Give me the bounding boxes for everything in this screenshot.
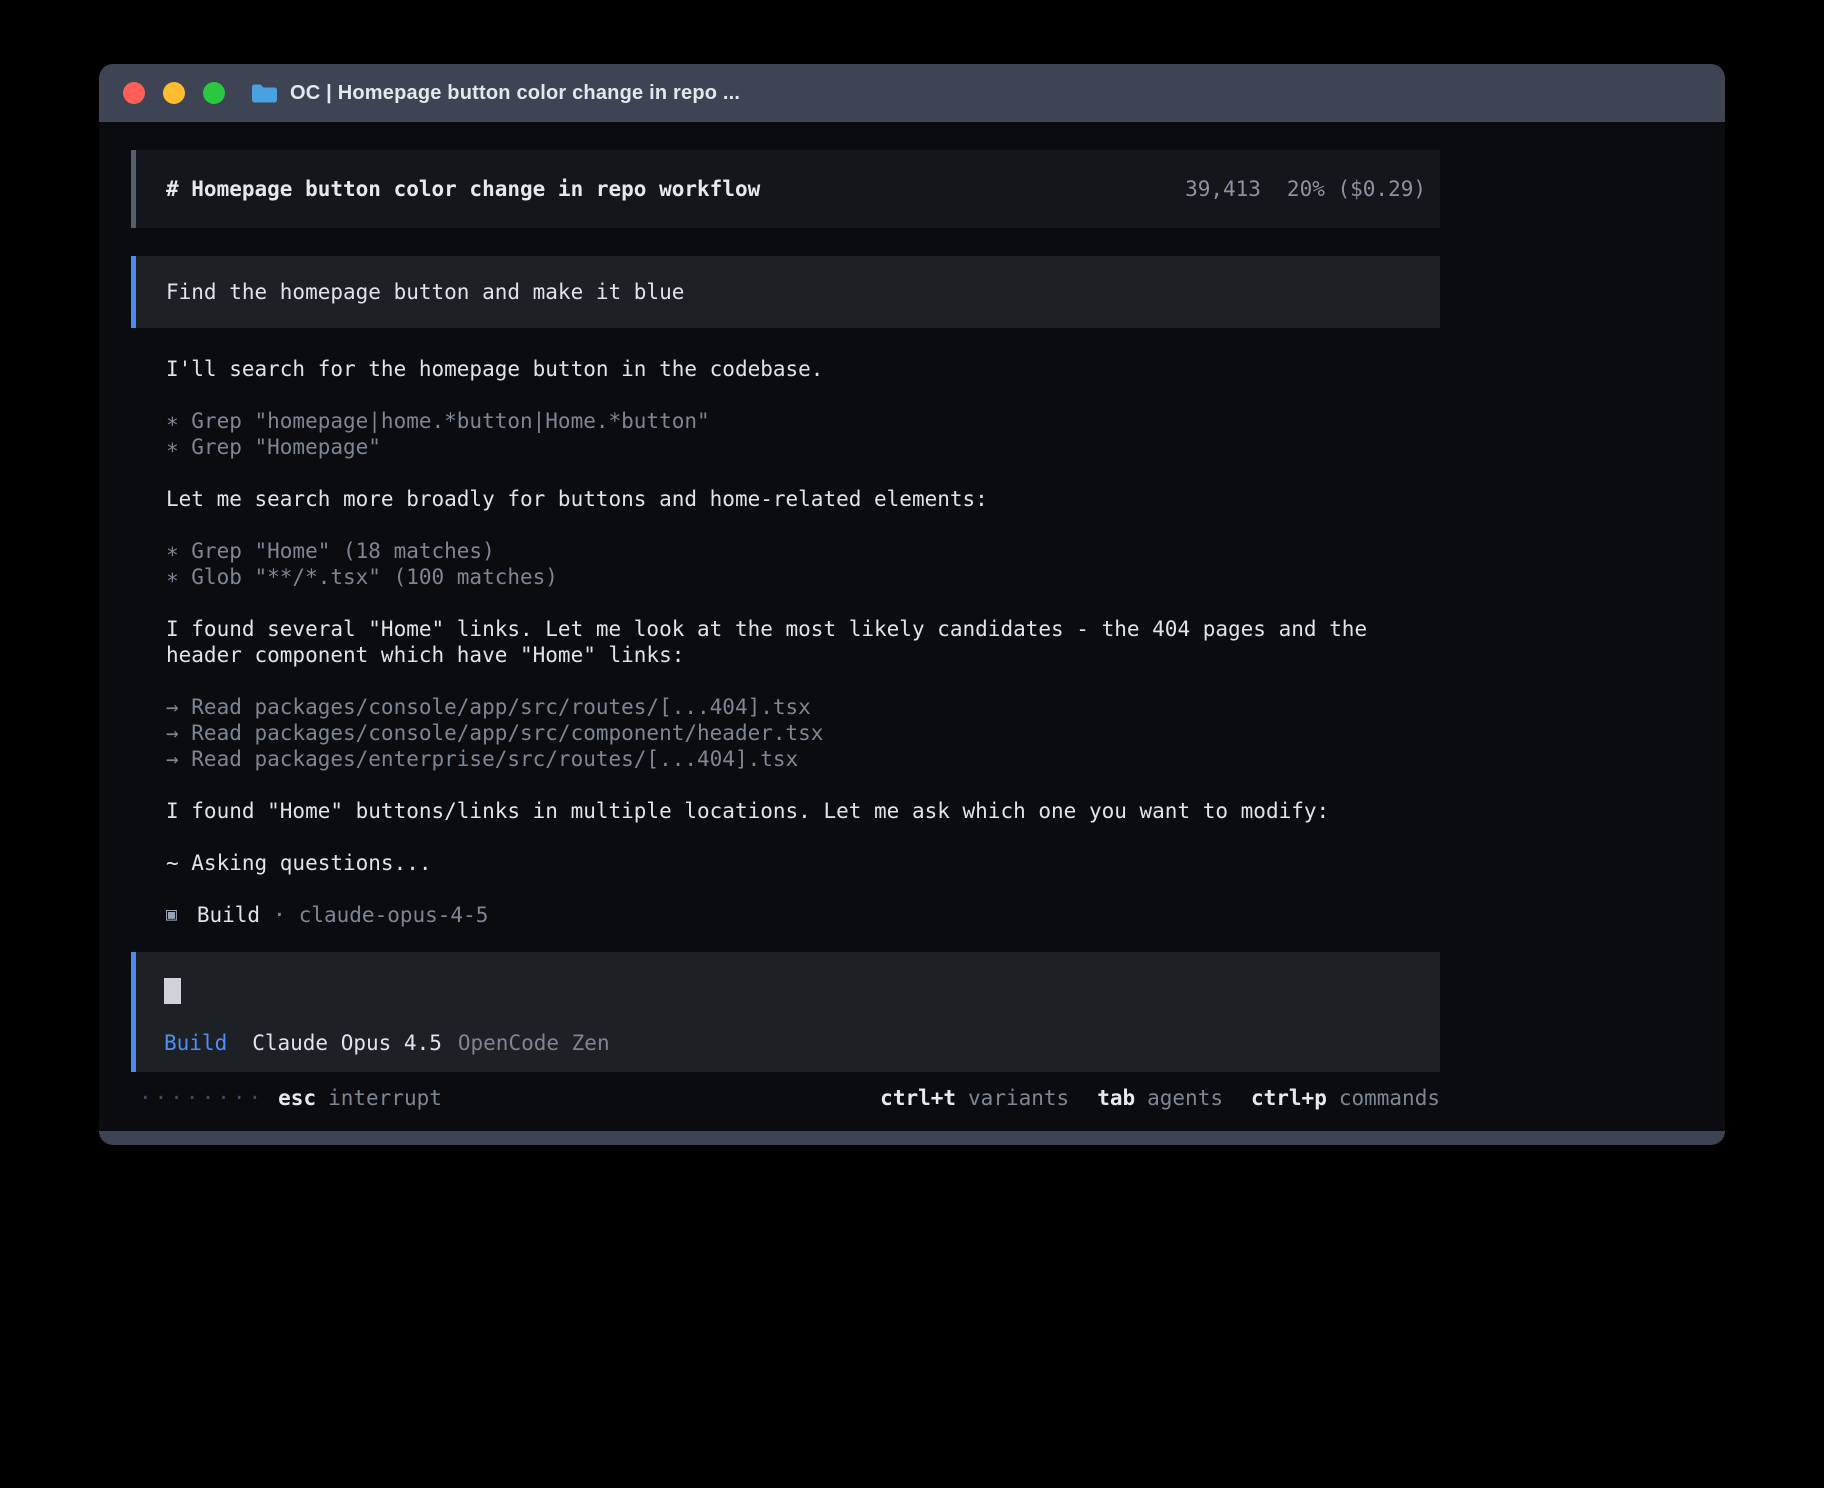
tab-label: agents xyxy=(1147,1085,1223,1111)
session-header: # Homepage button color change in repo w… xyxy=(131,150,1440,228)
terminal-window: OC | Homepage button color change in rep… xyxy=(99,64,1725,1145)
minimize-button[interactable] xyxy=(163,82,185,104)
transcript: I'll search for the homepage button in t… xyxy=(131,356,1440,876)
tab-key: tab xyxy=(1097,1085,1135,1111)
input-provider-label: OpenCode Zen xyxy=(458,1030,610,1056)
assistant-text: header component which have "Home" links… xyxy=(166,642,1440,668)
input-status-row: Build Claude Opus 4.5 OpenCode Zen xyxy=(164,1030,1440,1056)
terminal-body: # Homepage button color change in repo w… xyxy=(99,122,1725,1131)
traffic-lights xyxy=(123,82,225,104)
user-message: Find the homepage button and make it blu… xyxy=(131,256,1440,328)
agent-name: Build xyxy=(197,902,260,928)
status-left: ········ esc interrupt xyxy=(139,1085,442,1111)
prompt-input[interactable]: Build Claude Opus 4.5 OpenCode Zen xyxy=(131,952,1440,1072)
spinner-dots: ········ xyxy=(139,1085,264,1111)
agent-row: ▣ Build · claude-opus-4-5 xyxy=(131,902,1440,928)
status-text: ~ Asking questions... xyxy=(166,850,1440,876)
ctrl-t-label: variants xyxy=(968,1085,1069,1111)
ctrl-t-key: ctrl+t xyxy=(880,1085,956,1111)
hint-commands: ctrl+p commands xyxy=(1251,1085,1440,1111)
agent-icon: ▣ xyxy=(166,902,177,928)
context-usage: 20% ($0.29) xyxy=(1287,176,1426,202)
status-bar: ········ esc interrupt ctrl+t variants t… xyxy=(131,1085,1440,1111)
status-hints: ctrl+t variants tab agents ctrl+p comman… xyxy=(852,1085,1440,1111)
tool-call: ∗ Grep "Home" (18 matches) xyxy=(166,538,1440,564)
titlebar: OC | Homepage button color change in rep… xyxy=(99,64,1725,122)
assistant-text: I found "Home" buttons/links in multiple… xyxy=(166,798,1440,824)
esc-key-label: interrupt xyxy=(328,1085,442,1111)
hint-agents: tab agents xyxy=(1097,1085,1223,1111)
input-mode-label[interactable]: Build xyxy=(164,1030,227,1056)
tool-call: → Read packages/console/app/src/componen… xyxy=(166,720,1440,746)
assistant-text: I'll search for the homepage button in t… xyxy=(166,356,1440,382)
tool-call: → Read packages/console/app/src/routes/[… xyxy=(166,694,1440,720)
window-title: OC | Homepage button color change in rep… xyxy=(290,82,740,105)
zoom-button[interactable] xyxy=(203,82,225,104)
esc-key: esc xyxy=(278,1085,316,1111)
assistant-text: Let me search more broadly for buttons a… xyxy=(166,486,1440,512)
ctrl-p-label: commands xyxy=(1339,1085,1440,1111)
tool-call: ∗ Grep "Homepage" xyxy=(166,434,1440,460)
ctrl-p-key: ctrl+p xyxy=(1251,1085,1327,1111)
session-title: # Homepage button color change in repo w… xyxy=(166,176,760,202)
tool-call: ∗ Glob "**/*.tsx" (100 matches) xyxy=(166,564,1440,590)
tool-call: → Read packages/enterprise/src/routes/[.… xyxy=(166,746,1440,772)
text-cursor xyxy=(164,978,181,1004)
input-model-label[interactable]: Claude Opus 4.5 xyxy=(252,1030,442,1056)
token-count: 39,413 xyxy=(1185,176,1261,202)
tool-call: ∗ Grep "homepage|home.*button|Home.*butt… xyxy=(166,408,1440,434)
close-button[interactable] xyxy=(123,82,145,104)
folder-icon xyxy=(251,83,277,103)
hint-variants: ctrl+t variants xyxy=(880,1085,1069,1111)
agent-model: claude-opus-4-5 xyxy=(299,902,489,928)
user-message-text: Find the homepage button and make it blu… xyxy=(166,279,684,305)
assistant-text: I found several "Home" links. Let me loo… xyxy=(166,616,1440,642)
session-stats: 39,413 20% ($0.29) xyxy=(1185,176,1426,202)
agent-separator: · xyxy=(273,902,286,928)
